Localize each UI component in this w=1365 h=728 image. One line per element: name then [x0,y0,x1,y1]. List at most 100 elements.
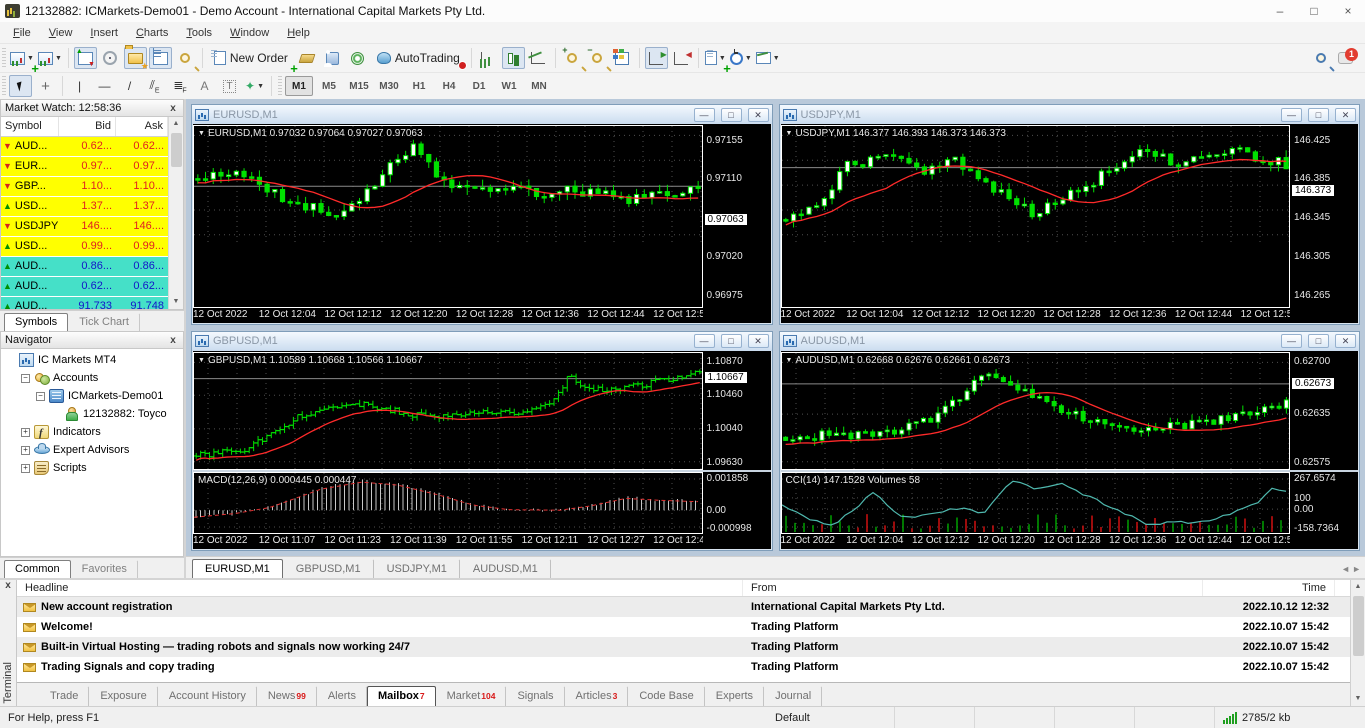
terminal-tab-code-base[interactable]: Code Base [628,686,704,706]
dropdown-triangle-icon[interactable]: ▼ [786,357,793,364]
timeframe-w1[interactable]: W1 [495,76,523,96]
time-axis[interactable]: 12 Oct 202212 Oct 11:0712 Oct 11:2312 Oc… [193,534,771,549]
scrollbar-thumb[interactable] [171,133,182,167]
chart-restore-button[interactable]: □ [1308,334,1329,348]
chart-minimize-button[interactable]: — [694,334,715,348]
terminal-tab-news[interactable]: News99 [257,686,317,706]
terminal-tab-account-history[interactable]: Account History [158,686,257,706]
chart-shift-button[interactable] [670,47,693,69]
column-header-time[interactable]: Time [1203,580,1335,596]
column-header-bid[interactable]: Bid [59,117,116,136]
chart-restore-button[interactable]: □ [721,108,742,122]
timeframe-m15[interactable]: M15 [345,76,373,96]
terminal-tab-experts[interactable]: Experts [705,686,764,706]
terminal-message-row[interactable]: Built-in Virtual Hosting — trading robot… [17,637,1350,657]
scrollbar-thumb[interactable] [1353,596,1364,656]
expand-icon[interactable]: + [21,446,30,455]
chart-tab-gbpusd-m1[interactable]: GBPUSD,M1 [283,559,374,578]
chart-restore-button[interactable]: □ [721,334,742,348]
timeframe-m1[interactable]: M1 [285,76,313,96]
fibonacci-button[interactable]: ≣F [168,75,191,97]
terminal-message-row[interactable]: Welcome!Trading Platform2022.10.07 15:42 [17,617,1350,637]
market-watch-tab-tick-chart[interactable]: Tick Chart [68,313,140,331]
time-axis[interactable]: 12 Oct 202212 Oct 12:0412 Oct 12:1212 Oc… [193,308,771,323]
terminal-column-headers[interactable]: HeadlineFromTime [17,580,1350,597]
signals-button[interactable] [346,47,369,69]
market-watch-row[interactable]: ▲USD...1.37...1.37... [1,197,168,217]
chart-plot[interactable]: ▼USDJPY,M1 146.377 146.393 146.373 146.3… [781,125,1291,308]
terminal-toggle[interactable] [149,47,172,69]
column-header-from[interactable]: From [743,580,1203,596]
price-axis[interactable]: 146.425146.385146.373146.345146.305146.2… [1290,125,1358,308]
collapse-icon[interactable]: − [36,392,45,401]
window-maximize-button[interactable]: □ [1297,1,1331,21]
market-watch-row[interactable]: ▼GBP...1.10...1.10... [1,177,168,197]
terminal-tab-exposure[interactable]: Exposure [89,686,157,706]
timeframe-h1[interactable]: H1 [405,76,433,96]
window-close-button[interactable]: × [1331,1,1365,21]
bar-chart-button[interactable] [477,47,500,69]
chart-minimize-button[interactable]: — [694,108,715,122]
navigator-tab-favorites[interactable]: Favorites [71,560,138,578]
terminal-scrollbar[interactable]: ▲ ▼ [1350,580,1365,706]
price-axis[interactable]: 0.971550.971100.970630.970200.96975 [703,125,771,308]
terminal-tab-articles[interactable]: Articles3 [565,686,629,706]
timeframe-m30[interactable]: M30 [375,76,403,96]
tree-item-12132882-toyco[interactable]: 12132882: Toyco [1,405,183,423]
chart-plot[interactable]: ▼GBPUSD,M1 1.10589 1.10668 1.10566 1.106… [193,352,703,471]
terminal-tab-alerts[interactable]: Alerts [317,686,367,706]
collapse-icon[interactable]: − [21,374,30,383]
menu-window[interactable]: Window [221,25,278,41]
chart-tabs-scroll-right[interactable]: ► [1352,564,1361,574]
candlestick-chart-button[interactable] [502,47,525,69]
scroll-down-icon[interactable]: ▼ [169,295,183,309]
tree-item-expert-advisors[interactable]: +Expert Advisors [1,441,183,459]
arrows-button[interactable]: ✦▼ [243,75,266,97]
terminal-message-row[interactable]: New account registrationInternational Ca… [17,597,1350,617]
chart-titlebar[interactable]: EURUSD,M1 — □ ✕ [192,105,772,124]
tree-item-accounts[interactable]: −Accounts [1,369,183,387]
crosshair-button[interactable]: + [34,75,57,97]
chart-titlebar[interactable]: USDJPY,M1 — □ ✕ [780,105,1360,124]
timeframe-m5[interactable]: M5 [315,76,343,96]
virtual-hosting-button[interactable] [321,47,344,69]
market-watch-close-icon[interactable]: x [167,103,179,114]
navigator-close-icon[interactable]: x [167,335,179,346]
scroll-up-icon[interactable]: ▲ [1351,580,1365,594]
terminal-tab-journal[interactable]: Journal [764,686,822,706]
indicators-button[interactable]: ▼ [704,47,727,69]
chart-tabs-scroll-left[interactable]: ◄ [1341,564,1350,574]
chart-close-button[interactable]: ✕ [1335,108,1356,122]
cursor-button[interactable] [9,75,32,97]
market-watch-tab-symbols[interactable]: Symbols [4,313,68,331]
autotrading-toggle[interactable]: AutoTrading [371,47,466,69]
chart-restore-button[interactable]: □ [1308,108,1329,122]
dropdown-triangle-icon[interactable]: ▼ [198,357,205,364]
periods-button[interactable]: ▼ [729,47,753,69]
column-header-ask[interactable]: Ask [116,117,168,136]
expand-icon[interactable]: + [21,464,30,473]
terminal-tab-market[interactable]: Market104 [436,686,507,706]
chart-tab-audusd-m1[interactable]: AUDUSD,M1 [460,559,551,578]
timeframe-h4[interactable]: H4 [435,76,463,96]
market-watch-row[interactable]: ▲AUD...0.62...0.62... [1,277,168,297]
zoom-out-button[interactable]: − [586,47,609,69]
market-watch-row[interactable]: ▼AUD...0.62...0.62... [1,137,168,157]
chart-titlebar[interactable]: AUDUSD,M1 — □ ✕ [780,332,1360,351]
zoom-in-button[interactable]: + [561,47,584,69]
data-window-button[interactable] [99,47,122,69]
timeframe-d1[interactable]: D1 [465,76,493,96]
terminal-tab-mailbox[interactable]: Mailbox7 [367,686,436,706]
text-label-button[interactable]: T [218,75,241,97]
indicator-plot[interactable]: CCI(14) 147.1528 Volumes 58 [781,472,1291,534]
profiles-button[interactable]: ▼ [37,47,63,69]
scroll-up-icon[interactable]: ▲ [169,117,183,131]
market-watch-scrollbar[interactable]: ▲ ▼ [168,117,183,309]
chart-minimize-button[interactable]: — [1281,334,1302,348]
market-watch-row[interactable]: ▲AUD...0.86...0.86... [1,257,168,277]
horizontal-line-button[interactable]: — [93,75,116,97]
metaeditor-button[interactable] [296,47,319,69]
market-watch-row[interactable]: ▼EUR...0.97...0.97... [1,157,168,177]
terminal-tab-trade[interactable]: Trade [39,686,89,706]
chart-tab-usdjpy-m1[interactable]: USDJPY,M1 [374,559,460,578]
